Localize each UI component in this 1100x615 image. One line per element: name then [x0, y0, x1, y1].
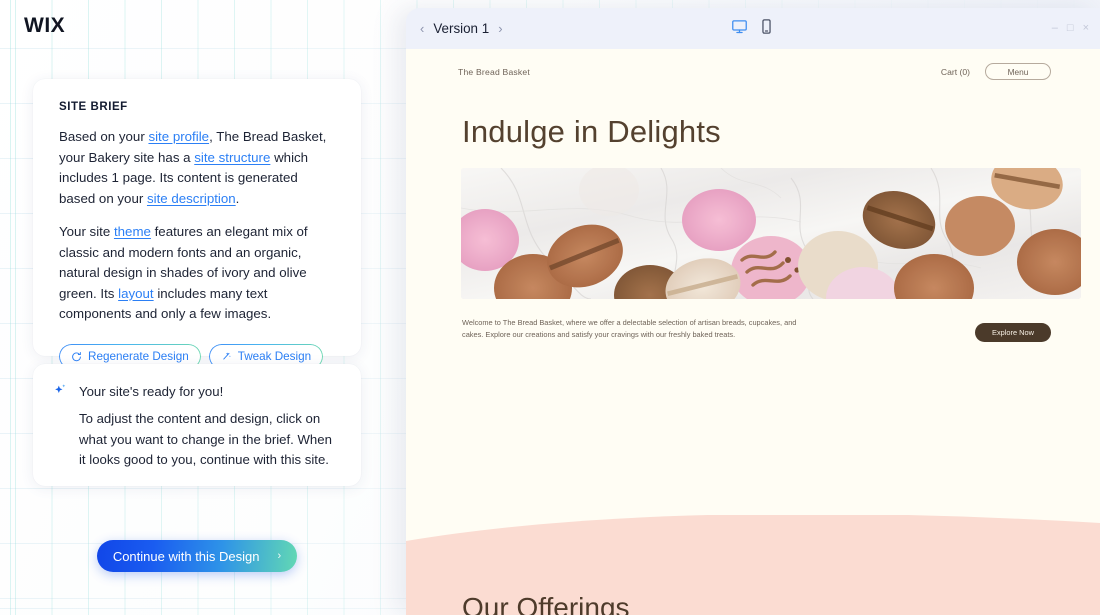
- site-ready-card: Your site's ready for you! To adjust the…: [33, 364, 361, 486]
- site-brief-paragraph-1: Based on your site profile, The Bread Ba…: [59, 127, 335, 209]
- sparkle-icon: [53, 383, 68, 471]
- site-hero-heading: Indulge in Delights: [462, 114, 721, 149]
- brief-text: Based on your: [59, 129, 149, 144]
- site-ready-text: Your site's ready for you! To adjust the…: [79, 383, 337, 471]
- site-ready-content: Your site's ready for you! To adjust the…: [33, 364, 361, 471]
- link-site-structure[interactable]: site structure: [194, 150, 270, 165]
- continue-with-design-button[interactable]: Continue with this Design ›: [97, 540, 297, 572]
- site-explore-now-button[interactable]: Explore Now: [975, 323, 1051, 342]
- chevron-right-icon: ›: [277, 550, 282, 562]
- site-intro-row: Welcome to The Bread Basket, where we of…: [462, 317, 1051, 342]
- rendered-site: The Bread Basket Cart (0) Menu Indulge i…: [406, 49, 1100, 615]
- brief-action-row: Regenerate Design Tweak Design: [33, 325, 361, 369]
- site-navbar: The Bread Basket Cart (0) Menu: [406, 49, 1100, 80]
- tweak-design-label: Tweak Design: [237, 349, 312, 363]
- site-ready-body: To adjust the content and design, click …: [79, 411, 332, 467]
- brief-text: Your site: [59, 224, 114, 239]
- mobile-phone-icon[interactable]: [758, 18, 775, 40]
- maximize-icon[interactable]: □: [1067, 23, 1074, 34]
- wix-logo[interactable]: WIX: [24, 14, 65, 38]
- preview-toolbar: ‹ Version 1 › – □ ×: [406, 8, 1100, 49]
- site-offerings-heading: Our Offerings: [462, 592, 630, 615]
- macaron-photo-artwork: [461, 168, 1081, 299]
- link-layout[interactable]: layout: [118, 286, 153, 301]
- site-brief-paragraph-2: Your site theme features an elegant mix …: [59, 222, 335, 325]
- regenerate-design-label: Regenerate Design: [88, 349, 189, 363]
- macarons-on-marble-photo: [461, 168, 1081, 299]
- site-menu-button[interactable]: Menu: [985, 63, 1051, 80]
- link-site-profile[interactable]: site profile: [148, 129, 209, 144]
- device-toggle-group: [406, 18, 1100, 40]
- link-site-description[interactable]: site description: [147, 191, 236, 206]
- site-brief-card: SITE BRIEF Based on your site profile, T…: [33, 79, 361, 369]
- site-nav-right: Cart (0) Menu: [941, 63, 1051, 80]
- continue-with-design-label: Continue with this Design: [112, 548, 260, 564]
- magic-wand-icon: [221, 351, 232, 362]
- window-controls: – □ ×: [1052, 23, 1089, 34]
- desktop-monitor-icon[interactable]: [731, 18, 748, 40]
- site-preview-window: ‹ Version 1 › – □ × The Bread Basket Car…: [406, 8, 1100, 615]
- site-intro-paragraph: Welcome to The Bread Basket, where we of…: [462, 318, 797, 339]
- app-root: WIX SITE BRIEF Based on your site profil…: [0, 0, 1100, 615]
- refresh-icon: [71, 351, 82, 362]
- close-icon[interactable]: ×: [1083, 23, 1089, 34]
- site-brief-title: SITE BRIEF: [59, 101, 128, 113]
- site-brief-content: SITE BRIEF Based on your site profile, T…: [33, 79, 361, 325]
- brief-text: .: [235, 190, 240, 206]
- site-cart-link[interactable]: Cart (0): [941, 67, 970, 77]
- site-ready-heading: Your site's ready for you!: [79, 384, 224, 399]
- site-brand-name: The Bread Basket: [458, 66, 530, 77]
- link-theme[interactable]: theme: [114, 224, 151, 239]
- left-panel: SITE BRIEF Based on your site profile, T…: [0, 0, 400, 615]
- site-offerings-section: Our Offerings: [406, 515, 1100, 615]
- minimize-icon[interactable]: –: [1052, 23, 1058, 34]
